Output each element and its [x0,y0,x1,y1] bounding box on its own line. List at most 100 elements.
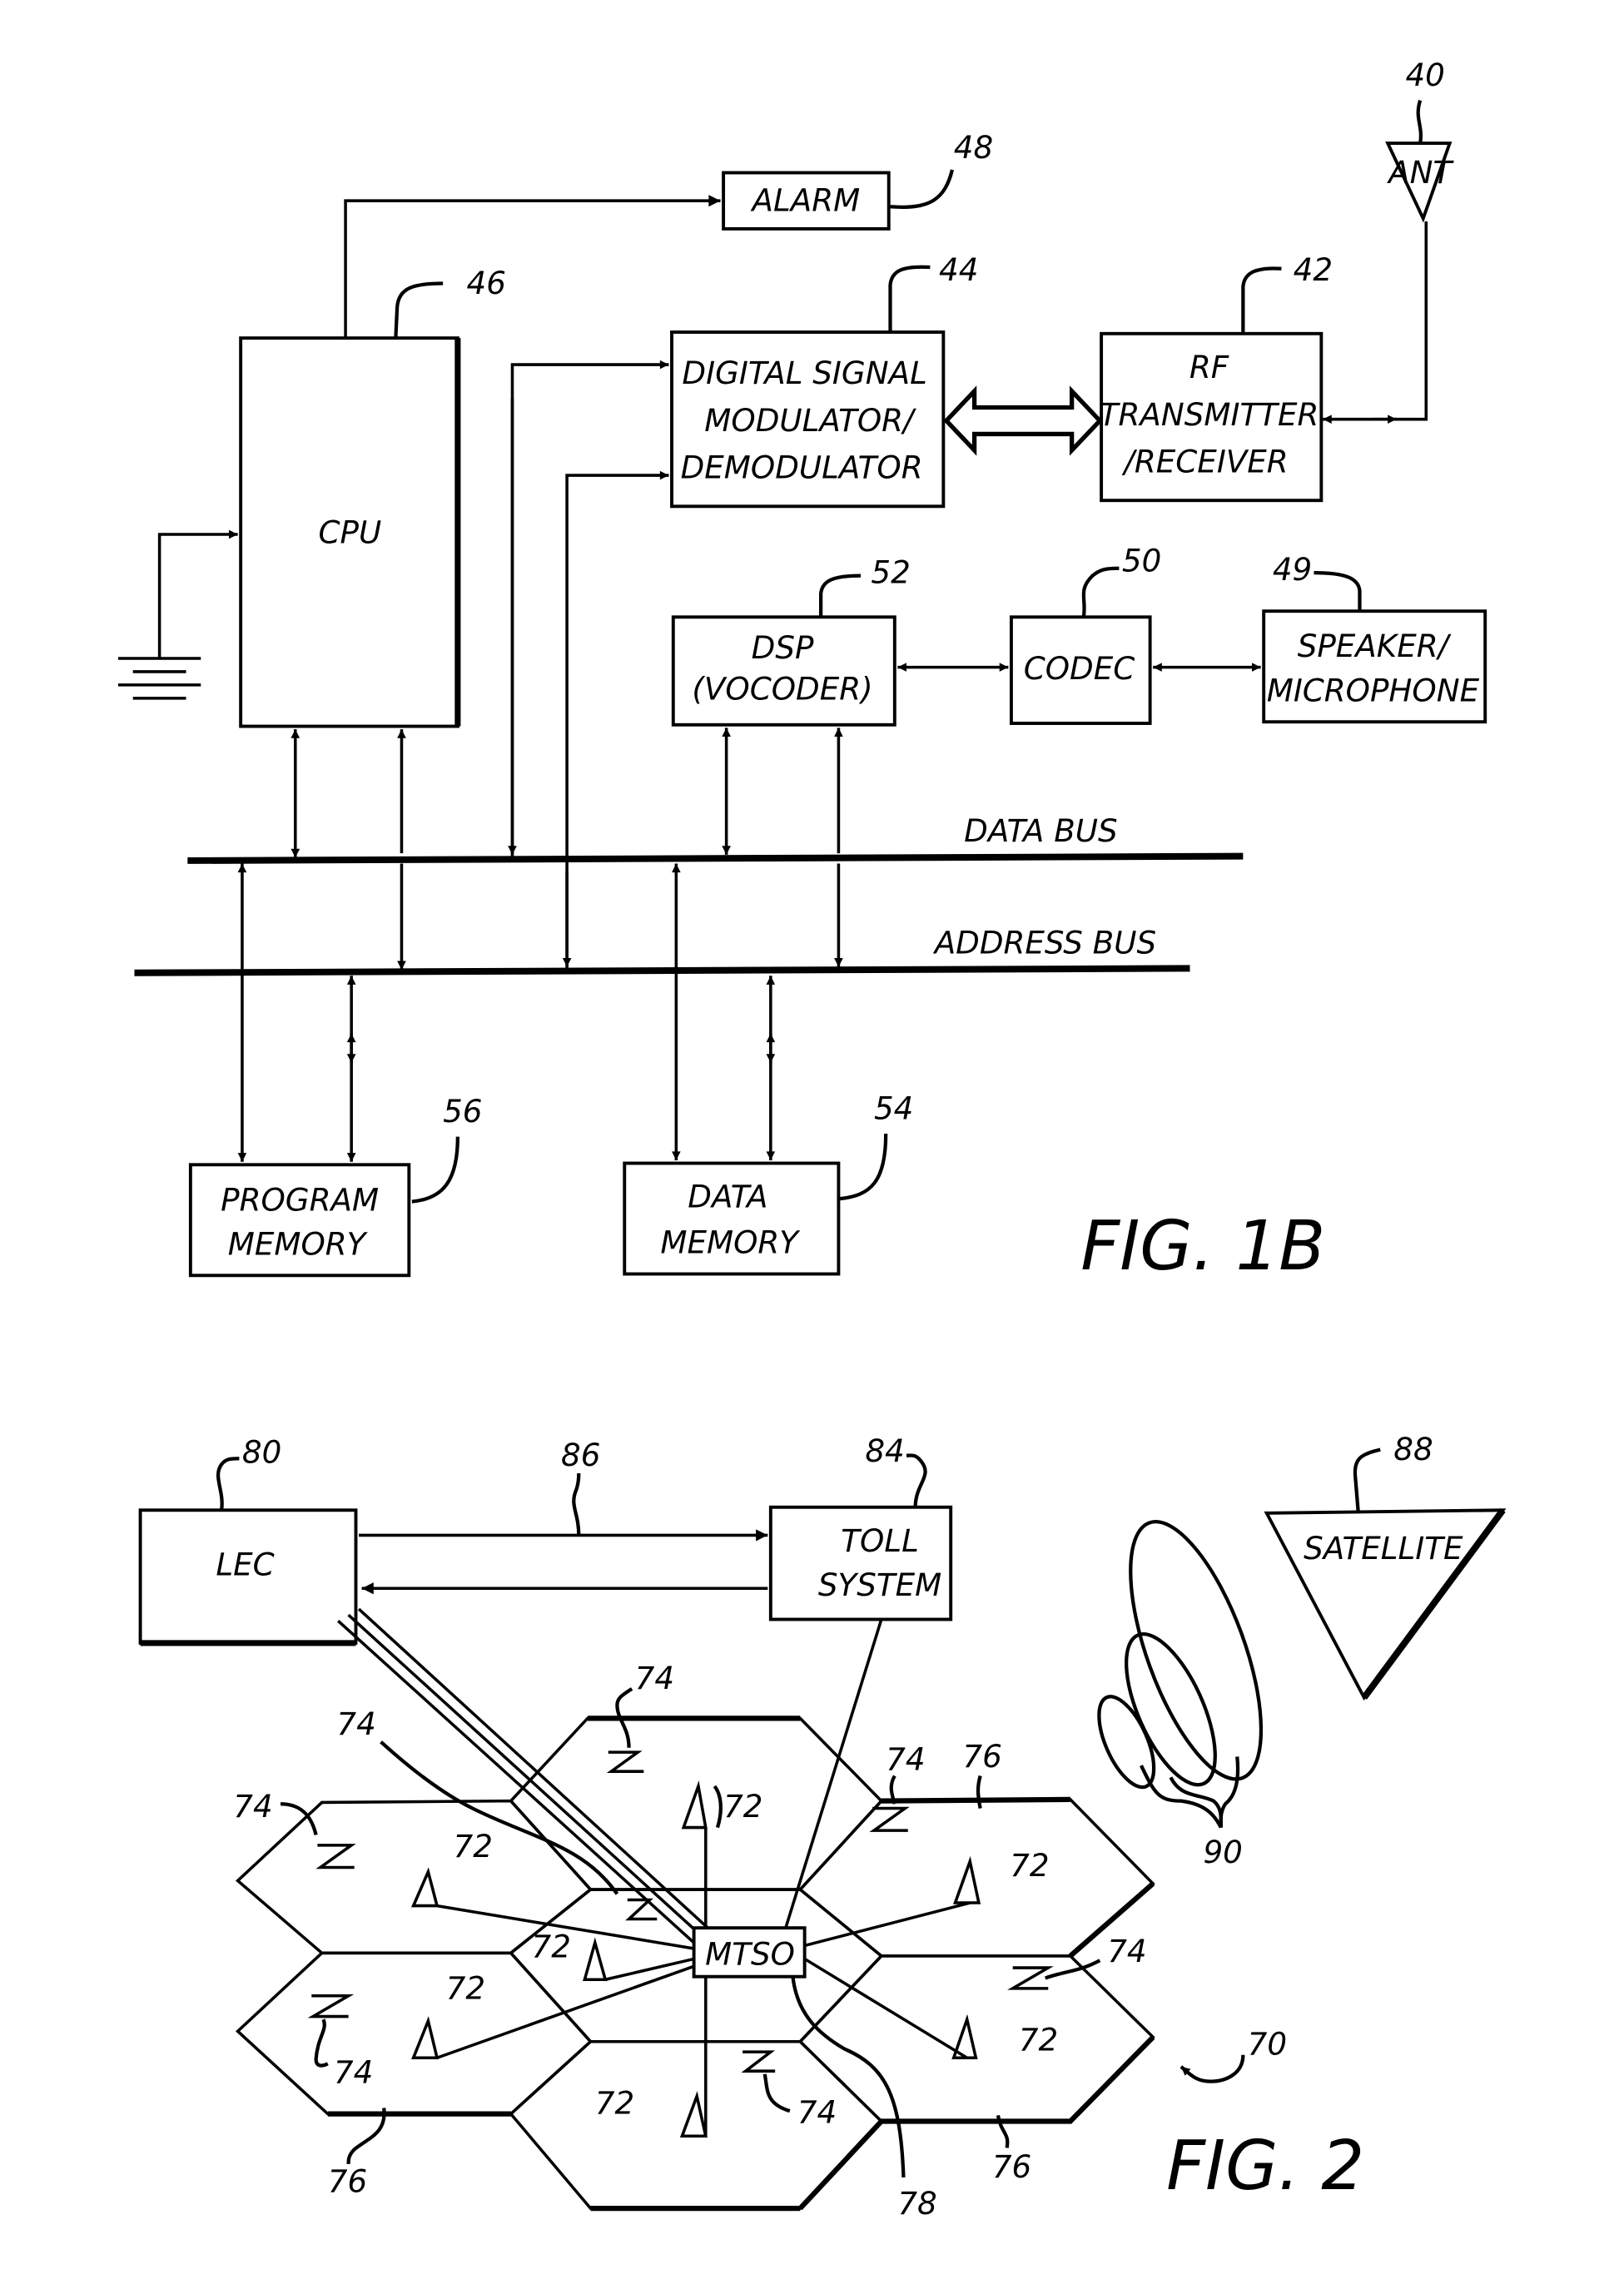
codec-block: CODEC 50 [1009,542,1161,725]
mobile-unit-icon-upper-left [315,1844,356,1869]
program-memory-block: PROGRAM MEMORY 56 [188,1093,483,1278]
ref-84: 84 [865,1433,904,1469]
rf-line-1: RF [1189,349,1229,385]
cell-hex-lower-right [797,1954,1155,2123]
data-bus-to-modulator-arrow [510,360,669,858]
ground-symbol [117,529,238,700]
ref-48: 48 [954,129,993,166]
ref-56: 56 [443,1093,482,1130]
data-memory-block: DATA MEMORY 54 [623,1090,913,1276]
modulator-line-3: DEMODULATOR [681,449,923,486]
ref-52: 52 [871,554,910,591]
rf-line-2: TRANSMITTER [1100,396,1319,433]
ref-86: 86 [561,1437,600,1473]
cell-site-antenna-bottom [679,1976,708,2138]
lec-label: LEC [216,1546,274,1582]
toll-line-1: TOLL [841,1522,919,1559]
toll-mtso-line [781,1618,883,1939]
modulator-block: DIGITAL SIGNAL MODULATOR/ DEMODULATOR 44 [670,251,978,509]
cell-site-antenna-top [681,1780,708,1929]
speaker-microphone-block: SPEAKER/ MICROPHONE 49 [1262,551,1487,724]
dsp-line-1: DSP [752,629,814,666]
patent-drawing-sheet: ALARM 48 ANT 40 CPU 46 DIGITAL SIGNAL MO… [117,57,1507,2222]
mobile-unit-icon-center [625,1898,658,1921]
alarm-label: ALARM [751,182,861,219]
ref-76-upper-right: 76 [962,1738,1001,1775]
data-bus-label: DATA BUS [964,812,1118,849]
ref-88: 88 [1393,1431,1433,1467]
mobile-unit-icon-upper-right [869,1806,910,1832]
ref-72-upper-right: 72 [1010,1847,1049,1884]
ref-40: 40 [1405,57,1444,93]
ref-44: 44 [939,251,978,288]
lec-block: LEC 80 [138,1434,358,1646]
ref-46: 46 [467,265,506,301]
antenna-label: ANT [1387,154,1454,191]
cpu-label: CPU [319,514,382,551]
mobile-unit-icon-bottom [741,2050,776,2073]
mobile-unit-icon-top [606,1750,644,1773]
ref-72-lower-right: 72 [1019,2021,1058,2058]
ref-90: 90 [1203,1834,1242,1870]
mtso-block: MTSO 78 [692,1926,937,2222]
cell-site-antenna-center-left [583,1937,695,1982]
ref-74-lower-right: 74 [1107,1933,1146,1969]
cpu-to-alarm-arrow [344,195,721,339]
ref-74-bottom: 74 [797,2093,837,2130]
cell-site-antenna-upper-right [804,1855,981,1948]
toll-system-block: TOLL SYSTEM 84 [768,1433,953,1621]
ref-76-lower-right: 76 [992,2148,1031,2185]
mobile-unit-icon-lower-left [307,1994,355,2018]
data-bus-line [187,852,1244,864]
figure-2-caption: FIG. 2 [1166,2127,1364,2206]
program-memory-line-2: MEMORY [228,1225,369,1262]
ref-72-bottom: 72 [595,2085,634,2122]
cpu-block: CPU 46 [239,265,506,728]
data-memory-line-2: MEMORY [660,1224,801,1261]
ref-78: 78 [897,2185,936,2222]
ref-72-lower-left: 72 [446,1969,485,2006]
ref-74-top: 74 [635,1660,674,1696]
ref-50: 50 [1122,542,1161,578]
modulator-line-1: DIGITAL SIGNAL [682,355,926,391]
ref-74-upper-left: 74 [233,1788,272,1825]
satellite-beams: 90 [1097,1520,1264,1870]
ref-72-top: 72 [723,1788,762,1825]
antenna-block: ANT 40 [1385,57,1454,223]
toll-line-2: SYSTEM [818,1567,941,1603]
ref-54: 54 [874,1090,913,1126]
satellite-block: SATELLITE 88 [1264,1431,1507,1701]
mobile-unit-icon-lower-right [1007,1966,1054,1990]
figure-2: LEC 80 TOLL SYSTEM 84 86 SATELLITE 88 90… [138,1431,1507,2222]
figure-1b-caption: FIG. 1B [1080,1207,1325,1286]
modulator-line-2: MODULATOR/ [704,402,916,439]
ref-70: 70 [1248,2026,1287,2063]
ref-74-lower-left: 74 [334,2053,373,2090]
figure-1b: ALARM 48 ANT 40 CPU 46 DIGITAL SIGNAL MO… [117,57,1487,1286]
ref-72-center-left: 72 [532,1929,571,1965]
wide-bidirectional-arrow [943,385,1103,456]
dsp-line-2: (VOCODER) [692,671,872,708]
address-bus-label: ADDRESS BUS [933,925,1156,961]
speaker-line-1: SPEAKER/ [1298,628,1452,664]
address-bus-line [134,965,1190,976]
satellite-label: SATELLITE [1304,1530,1463,1567]
program-memory-line-1: PROGRAM [221,1181,379,1218]
ref-72-upper-left: 72 [454,1828,493,1864]
ref-42: 42 [1294,251,1333,288]
rf-transceiver-block: RF TRANSMITTER /RECEIVER 42 [1100,251,1333,503]
data-memory-line-1: DATA [688,1179,767,1215]
ref-80: 80 [242,1434,281,1471]
antenna-to-rf-arrow [1323,221,1428,424]
address-bus-to-modulator-arrow [565,470,669,971]
ref-74-upper-center: 74 [336,1706,375,1742]
speaker-line-2: MICROPHONE [1267,672,1480,708]
ref-74-upper-right: 74 [886,1740,925,1777]
rf-line-3: /RECEIVER [1121,444,1288,480]
mtso-label: MTSO [705,1936,795,1973]
alarm-block: ALARM 48 [722,129,993,231]
dsp-block: DSP (VOCODER) 52 [671,554,911,727]
ref-49: 49 [1273,551,1312,588]
codec-label: CODEC [1024,650,1135,687]
ref-76-lower-left: 76 [328,2163,367,2200]
